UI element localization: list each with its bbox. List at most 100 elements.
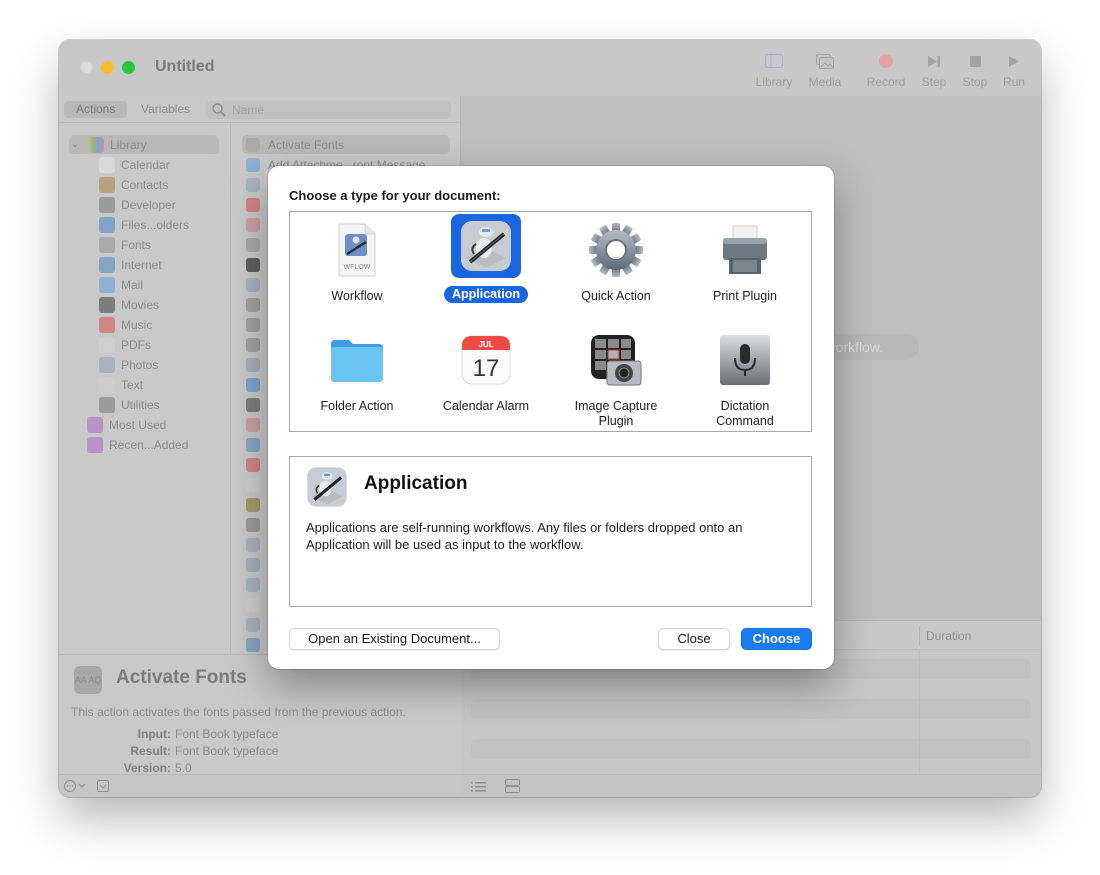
action-item[interactable] — [242, 215, 268, 234]
smart-group[interactable]: Most Used — [87, 415, 166, 434]
type-folder-action[interactable]: Folder Action — [292, 328, 422, 415]
search-field[interactable] — [206, 101, 451, 119]
action-item[interactable] — [242, 495, 268, 514]
close-button[interactable]: Close — [658, 628, 730, 650]
type-workflow[interactable]: WFLOW Workflow — [292, 218, 422, 305]
library-category[interactable]: Photos — [99, 355, 158, 374]
toolbar-run-label: Run — [1002, 75, 1025, 89]
action-item[interactable] — [242, 275, 268, 294]
search-icon — [212, 103, 226, 122]
type-image-capture-plugin[interactable]: Image Capture Plugin — [551, 328, 681, 430]
action-info-description: This action activates the fonts passed f… — [71, 705, 406, 719]
disclosure-chevron-icon[interactable]: ⌄ — [71, 139, 85, 150]
action-item[interactable] — [242, 635, 268, 654]
search-input[interactable] — [232, 101, 442, 119]
more-options-icon[interactable] — [63, 779, 87, 797]
library-category[interactable]: Music — [99, 315, 152, 334]
stop-icon — [960, 50, 990, 72]
step-icon — [919, 50, 949, 72]
action-item[interactable] — [242, 555, 268, 574]
type-quick-action[interactable]: Quick Action — [551, 218, 681, 305]
action-item[interactable] — [242, 415, 268, 434]
tab-actions[interactable]: Actions — [64, 101, 128, 118]
library-category[interactable]: Mail — [99, 275, 143, 294]
document-type-grid: WFLOW Workflow Application Quick Action … — [289, 211, 812, 432]
library-root[interactable]: ⌄ Library — [69, 135, 219, 154]
action-item[interactable] — [242, 335, 268, 354]
action-item[interactable] — [242, 435, 268, 454]
action-item[interactable] — [242, 535, 268, 554]
automator-app-icon — [451, 214, 521, 278]
toolbar-library-label: Library — [755, 75, 793, 89]
document-type-dialog: Choose a type for your document: WFLOW W… — [268, 166, 834, 669]
library-category[interactable]: Developer — [99, 195, 176, 214]
action-icon — [246, 417, 260, 432]
library-category[interactable]: Internet — [99, 255, 162, 274]
action-item[interactable] — [242, 255, 268, 274]
action-item[interactable] — [242, 375, 268, 394]
library-category[interactable]: Text — [99, 375, 143, 394]
list-view-icon[interactable] — [471, 780, 486, 797]
left-bottom-bar — [59, 774, 461, 797]
info-version-key: Version: — [123, 761, 171, 775]
toolbar-stop-button[interactable]: Stop — [960, 50, 990, 89]
choose-button[interactable]: Choose — [741, 628, 812, 650]
type-calendar-alarm-label: Calendar Alarm — [442, 399, 530, 413]
action-item[interactable] — [242, 515, 268, 534]
action-icon — [246, 557, 260, 572]
toolbar-step-label: Step — [921, 75, 947, 89]
toolbar-media-button[interactable]: Media — [805, 50, 845, 89]
info-result-row: Result: Font Book typeface — [59, 744, 278, 760]
action-icon — [246, 437, 260, 452]
tab-variables[interactable]: Variables — [129, 101, 202, 118]
show-description-toggle-icon[interactable] — [97, 779, 109, 797]
action-item[interactable] — [242, 395, 268, 414]
type-print-plugin-label: Print Plugin — [713, 289, 777, 303]
library-category[interactable]: Contacts — [99, 175, 168, 194]
library-category[interactable]: Fonts — [99, 235, 151, 254]
column-divider — [919, 650, 920, 774]
action-item[interactable] — [242, 355, 268, 374]
library-category[interactable]: Movies — [99, 295, 159, 314]
type-print-plugin[interactable]: Print Plugin — [680, 218, 810, 305]
log-column-duration[interactable]: Duration — [926, 629, 971, 643]
action-item[interactable] — [242, 615, 268, 634]
minimize-window-button[interactable] — [101, 61, 114, 74]
library-category-label: Fonts — [121, 237, 152, 252]
action-item[interactable] — [242, 575, 268, 594]
smart-group[interactable]: Recen...Added — [87, 435, 188, 454]
type-application[interactable]: Application — [421, 212, 551, 303]
type-dictation-command[interactable]: Dictation Command — [680, 328, 810, 430]
action-item[interactable] — [242, 235, 268, 254]
action-icon — [246, 257, 260, 272]
open-existing-document-button[interactable]: Open an Existing Document... — [289, 628, 500, 650]
close-window-button[interactable] — [80, 61, 93, 74]
action-item[interactable] — [242, 195, 268, 214]
toolbar-record-button[interactable]: Record — [864, 50, 908, 89]
library-category[interactable]: Calendar — [99, 155, 170, 174]
library-category[interactable]: Utilities — [99, 395, 160, 414]
type-calendar-alarm[interactable]: JUL 17 Calendar Alarm — [421, 328, 551, 415]
library-category[interactable]: Files...olders — [99, 215, 189, 234]
toolbar-run-button[interactable]: Run — [1000, 50, 1028, 89]
info-result-value: Font Book typeface — [175, 744, 279, 758]
action-icon — [246, 397, 260, 412]
zoom-window-button[interactable] — [122, 61, 135, 74]
toolbar-step-button[interactable]: Step — [919, 50, 949, 89]
action-item[interactable] — [242, 595, 268, 614]
action-icon — [246, 337, 260, 352]
action-item[interactable] — [242, 295, 268, 314]
library-category[interactable]: PDFs — [99, 335, 151, 354]
action-item[interactable] — [242, 315, 268, 334]
info-input-row: Input: Font Book typeface — [59, 727, 279, 743]
action-item[interactable] — [242, 175, 268, 194]
workflow-file-icon: WFLOW — [322, 218, 392, 282]
action-item[interactable] — [242, 455, 268, 474]
toolbar-library-button[interactable]: Library — [754, 50, 794, 89]
action-item[interactable] — [242, 475, 268, 494]
sidebar-icon — [754, 50, 794, 72]
action-item[interactable]: Activate Fonts — [242, 135, 450, 154]
log-row — [471, 699, 1031, 719]
split-view-icon[interactable] — [505, 779, 520, 797]
action-item-label: Activate Fonts — [268, 137, 345, 152]
